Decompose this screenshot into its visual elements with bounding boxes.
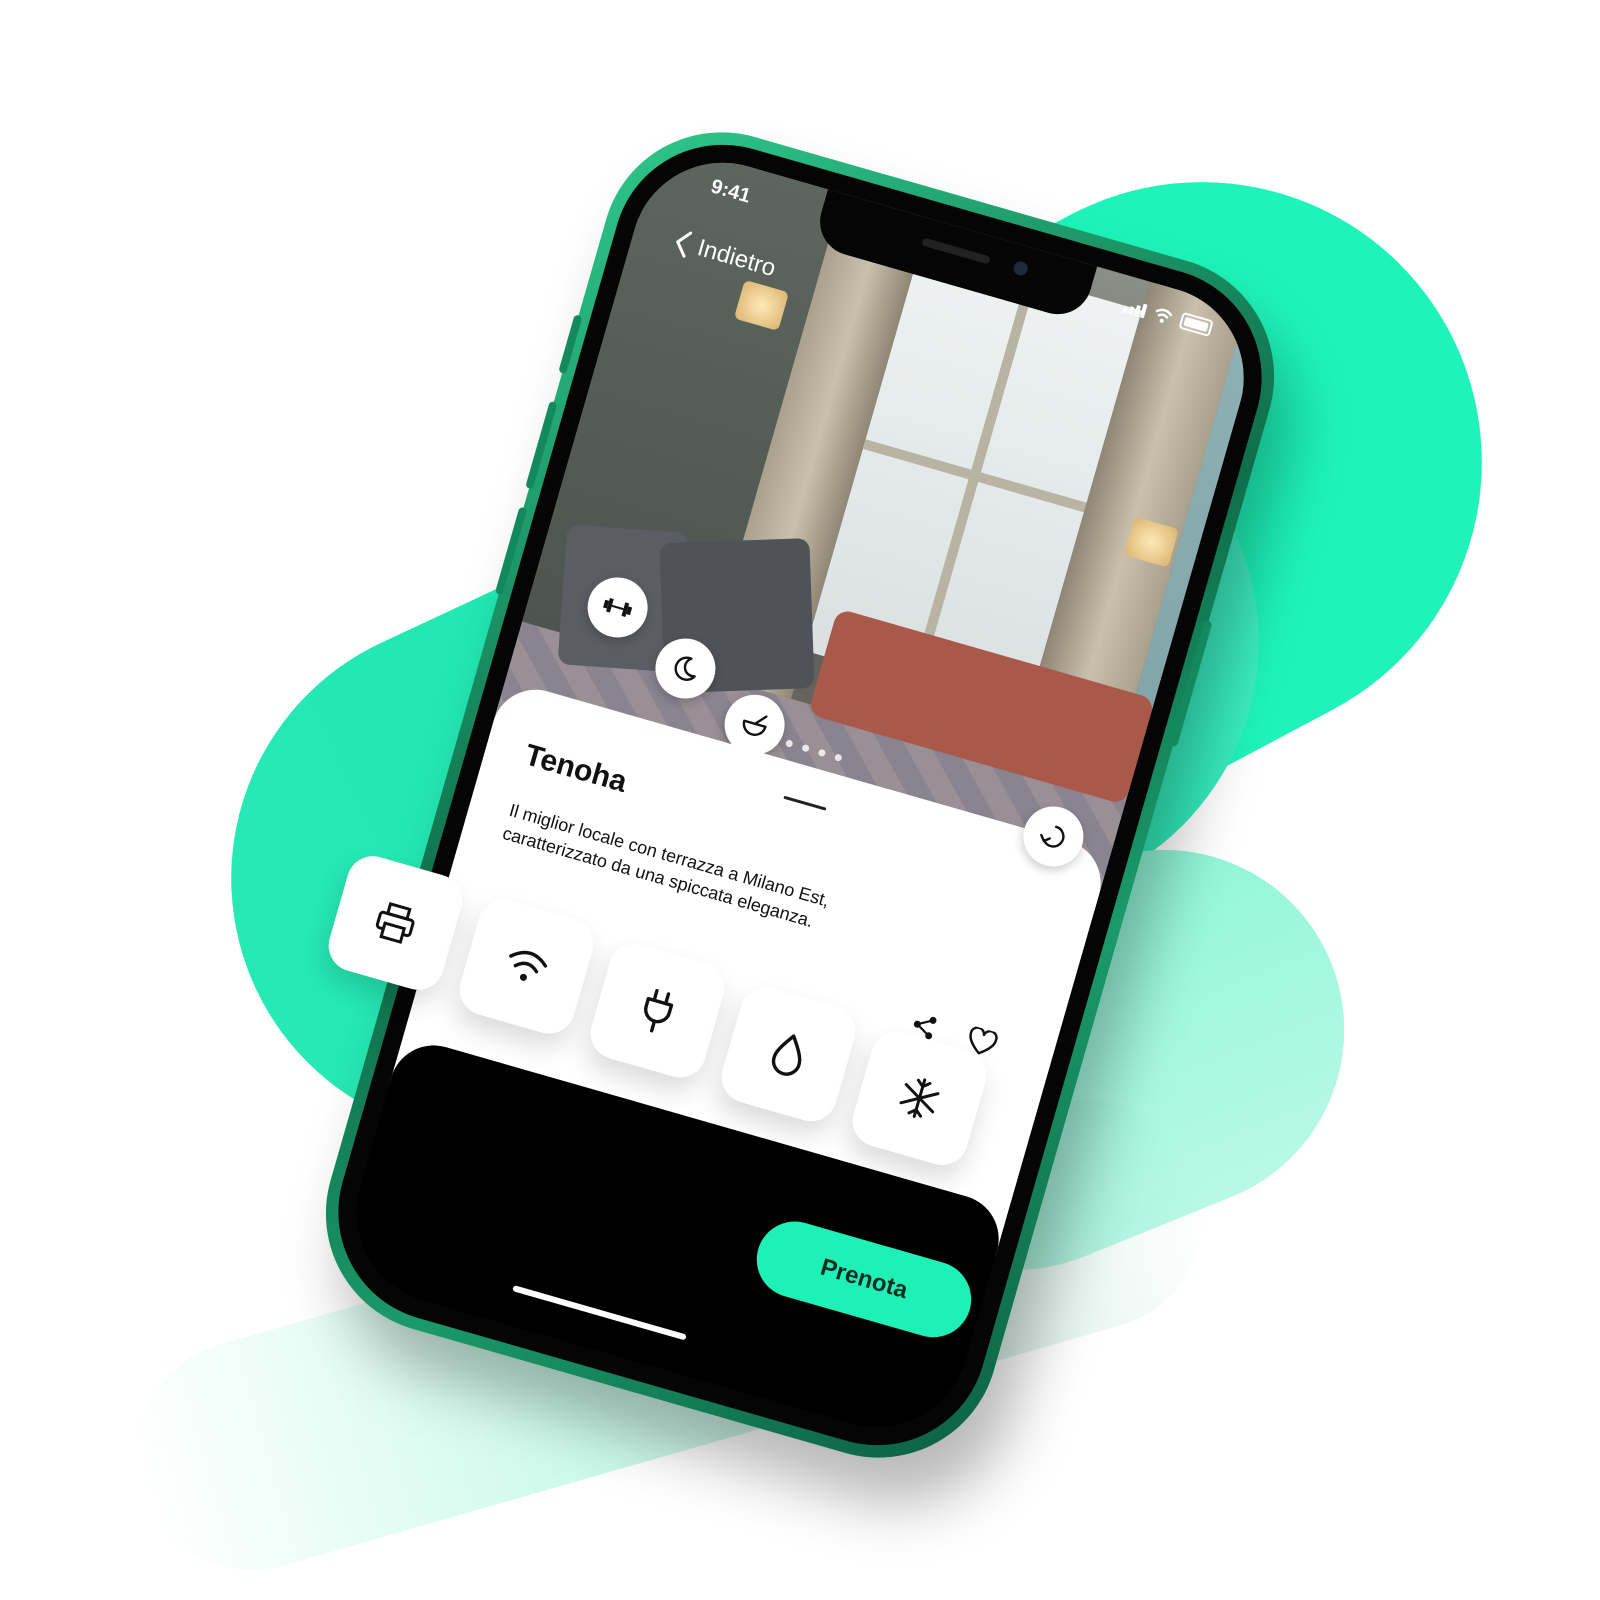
amenity-air-conditioning[interactable] — [846, 1025, 993, 1172]
moon-icon — [674, 656, 696, 681]
pagination-dot[interactable] — [784, 739, 794, 748]
printer-icon — [375, 902, 415, 944]
dumbbell-icon — [603, 597, 633, 617]
amenity-water[interactable] — [715, 981, 862, 1128]
plug-icon — [644, 988, 674, 1033]
front-camera — [1012, 259, 1030, 278]
amenity-power[interactable] — [584, 937, 731, 1084]
amenity-wifi[interactable] — [453, 893, 600, 1040]
speaker-grille — [921, 237, 991, 265]
pagination-dot[interactable] — [817, 748, 827, 758]
wifi-icon — [509, 950, 548, 981]
rotate-360-icon — [1040, 825, 1065, 848]
water-drop-icon — [771, 1034, 802, 1076]
pagination-dot[interactable] — [801, 743, 810, 753]
pagination-dot[interactable] — [768, 734, 778, 744]
snowflake-icon — [899, 1078, 940, 1118]
bowl-icon — [742, 715, 768, 736]
